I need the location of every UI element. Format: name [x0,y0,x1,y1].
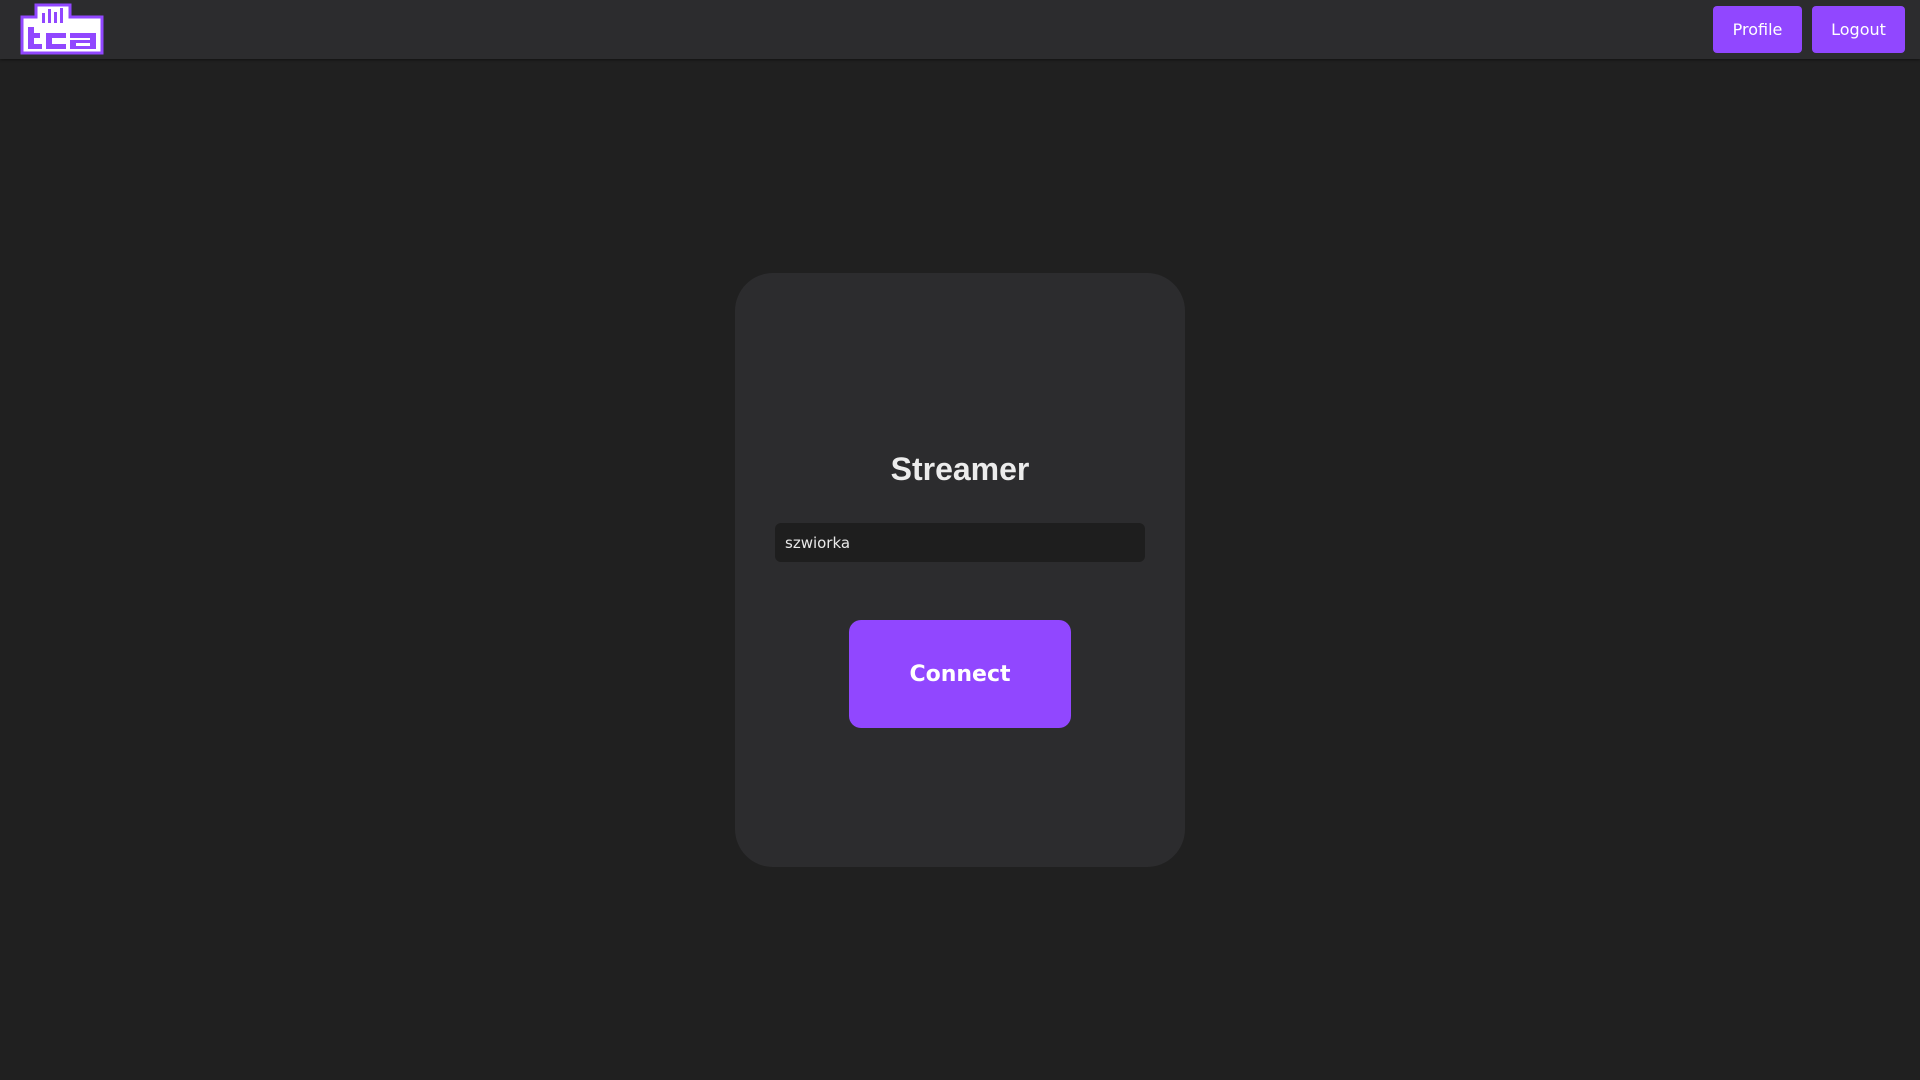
top-nav-bar: Profile Logout [0,0,1920,59]
connect-button[interactable]: Connect [849,620,1071,728]
card-title: Streamer [890,451,1030,487]
streamer-name-input[interactable] [775,523,1145,562]
logout-button[interactable]: Logout [1812,6,1905,53]
tca-logo-icon[interactable] [18,3,104,55]
profile-button[interactable]: Profile [1713,6,1802,53]
streamer-connect-card: Streamer Connect [735,273,1185,867]
